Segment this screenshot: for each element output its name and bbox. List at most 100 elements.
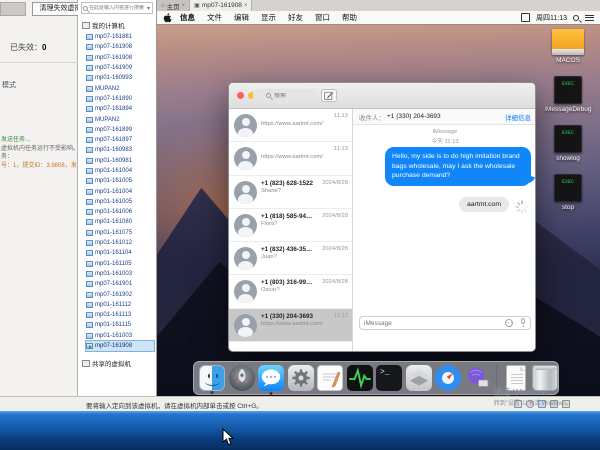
tab-主页[interactable]: ⌂主页× [157,0,190,11]
vm-list-item[interactable]: mp01-161104 [86,248,154,258]
vm-list-item[interactable]: mp01-160993 [86,73,154,83]
conversation-row[interactable]: https://www.aartmt.com/11:13 [229,142,352,175]
conversation-search-input[interactable] [274,93,304,99]
details-link[interactable]: 详细信息 [505,112,531,122]
conversation-row[interactable]: +1 (330) 204-3693https://www.aartmt.com/… [229,309,352,342]
safari-dock-icon[interactable] [435,365,461,391]
vm-label: mp01-161005 [95,178,132,184]
menu-item-2[interactable]: 文件 [201,12,228,23]
vm-list-item[interactable]: mp01-161005 [86,197,154,207]
vm-list-item[interactable]: mp01-160981 [86,156,154,166]
vm-list-item[interactable]: mp07-161902 [86,289,154,299]
vm-list-item[interactable]: mp01-161075 [86,228,154,238]
menu-item-7[interactable]: 帮助 [336,12,363,23]
vm-list-item[interactable]: mp01-161112 [86,300,154,310]
exec-file-icon: EXEC [554,76,582,104]
menu-item-4[interactable]: 显示 [255,12,282,23]
conversation-preview: Juan? [261,254,348,260]
apple-menu-icon[interactable] [163,13,172,23]
vm-list-item[interactable]: mp01-161003 [86,269,154,279]
vm-list-item[interactable]: mp01-161003 [86,331,154,341]
conversation-row[interactable]: +1 (818) 585-94…Flora?2024/8/28 [229,209,352,242]
tab-mp07-161908[interactable]: ▣mp07-161908× [190,0,252,11]
vm-list-item[interactable]: mp07-161894 [86,104,154,114]
desktop-icon-iMessageDebug[interactable]: EXECiMessageDebug [542,76,594,113]
vm-list-item[interactable]: mp01-161080 [86,217,154,227]
desktop-icon-stop[interactable]: EXECstop [542,174,594,211]
vm-list-item[interactable]: mp01-161105 [86,259,154,269]
timestamp-label: 今天 11:13 [353,136,536,145]
messages-dock-icon[interactable] [258,365,284,391]
conversation-row[interactable]: +1 (803) 316-99…Oscar?2024/8/28 [229,275,352,308]
menu-item-5[interactable]: 好友 [282,12,309,23]
recipient-value[interactable]: +1 (330) 204-3693 [387,113,441,120]
shared-computer-icon [82,360,90,367]
close-window-button[interactable] [237,92,244,99]
installer-dock-icon[interactable] [406,365,432,391]
vm-list-item[interactable]: mp07-161890 [86,94,154,104]
host-taskbar[interactable] [0,411,600,450]
vm-list-item[interactable]: mp01-161012 [86,238,154,248]
network-dock-icon[interactable] [465,365,491,391]
spotlight-search-icon[interactable] [573,15,579,21]
vm-list-item[interactable]: mp07-161899 [86,125,154,135]
vm-list-item[interactable]: mp07-161908 [86,341,154,351]
desktop-icon-showlog[interactable]: EXECshowlog [542,125,594,162]
library-search-input[interactable] [89,5,147,11]
link-preview-bubble[interactable]: aartmt.com [459,197,509,212]
compose-button[interactable] [321,89,337,102]
tree-root-my-computer[interactable]: 我的计算机 [82,20,125,30]
vm-icon [86,55,93,61]
mode-label: 模式 [2,80,16,90]
vm-list-item[interactable]: mp01-161006 [86,207,154,217]
input-source-icon[interactable] [521,13,530,22]
conversation-row[interactable]: +1 (832) 436-35…Juan?2024/8/28 [229,242,352,275]
library-search-box[interactable]: ▾ [81,2,153,14]
vm-list-item[interactable]: MUPAN2 [86,114,154,124]
conversation-row[interactable]: https://www.aartmt.com/11:13 [229,109,352,142]
menu-item-3[interactable]: 编辑 [228,12,255,23]
vm-display[interactable]: 信息文件编辑显示好友窗口帮助 周四11:13 MACOS EXECiMessage… [157,11,600,396]
avatar [234,247,257,270]
vm-list-item[interactable]: mp07-161897 [86,135,154,145]
vm-list-item[interactable]: mp07-161901 [86,279,154,289]
vm-icon [86,178,93,184]
vm-list-item[interactable]: mp01-160983 [86,145,154,155]
conversation-search-box[interactable] [253,89,317,102]
menu-item-6[interactable]: 窗口 [309,12,336,23]
system-preferences-dock-icon[interactable] [288,365,314,391]
finder-dock-icon[interactable] [199,365,225,391]
vm-label: mp07-161901 [95,281,132,287]
notification-center-icon[interactable] [585,13,594,22]
menu-bar-clock[interactable]: 周四11:13 [536,13,567,23]
terminal-dock-icon[interactable] [376,365,402,391]
tab-close-icon[interactable]: × [182,3,186,9]
vm-list-item[interactable]: mp01-161004 [86,186,154,196]
vm-list-item[interactable]: mp01-161115 [86,320,154,330]
conversation-time: 11:13 [334,113,348,119]
launchpad-dock-icon[interactable] [229,365,255,391]
panel-tab-stub[interactable] [0,2,26,16]
vm-list-item[interactable]: mp01-161113 [86,310,154,320]
vm-list-item[interactable]: mp01-161004 [86,166,154,176]
tab-close-icon[interactable]: × [244,3,248,9]
vm-list-item[interactable]: mp07-161881 [86,32,154,42]
chevron-down-icon[interactable]: ▾ [147,5,150,12]
vm-list-item[interactable]: MUPAN2 [86,83,154,93]
vm-icon [86,281,93,287]
to-label: 收件人： [359,112,385,122]
vm-list-item[interactable]: mp07-161908 [86,42,154,52]
tree-shared-vms[interactable]: 共享的虚拟机 [82,358,131,368]
vm-list-item[interactable]: mp01-161005 [86,176,154,186]
textedit-dock-icon[interactable] [317,365,343,391]
vm-list-item[interactable]: mp07-161908 [86,53,154,63]
vm-list-item[interactable]: mp07-161909 [86,63,154,73]
messages-titlebar[interactable] [229,83,535,109]
avatar [234,314,257,337]
dictation-mic-icon[interactable] [521,318,525,324]
conversation-row[interactable]: +1 (823) 628-1522Shane?2024/8/28 [229,176,352,209]
emoji-picker-icon[interactable] [505,319,513,327]
menu-item-1[interactable]: 信息 [174,12,201,23]
desktop-icon-MACOS[interactable]: MACOS [542,29,594,64]
activity-monitor-dock-icon[interactable] [347,365,373,391]
